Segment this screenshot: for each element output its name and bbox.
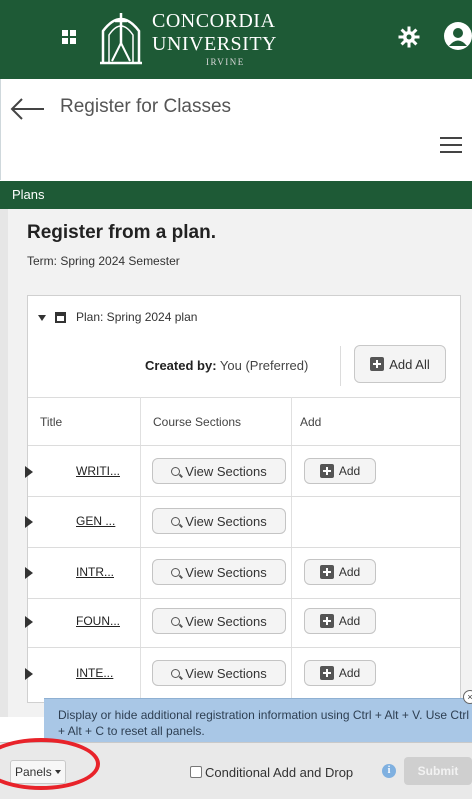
add-button[interactable]: Add xyxy=(304,660,376,686)
conditional-add-drop-checkbox[interactable] xyxy=(190,766,202,778)
plus-icon xyxy=(319,464,334,478)
course-title-link[interactable]: WRITI... xyxy=(76,464,120,478)
caret-right-icon[interactable] xyxy=(25,466,33,478)
brand-name-line3: IRVINE xyxy=(206,57,245,67)
plus-icon xyxy=(370,357,385,371)
column-header-course-sections: Course Sections xyxy=(153,415,242,429)
column-header-title: Title xyxy=(40,415,63,429)
plus-icon xyxy=(319,614,334,628)
search-icon xyxy=(171,668,181,678)
search-icon xyxy=(171,616,181,626)
course-title-link[interactable]: INTR... xyxy=(76,565,114,579)
caret-down-icon xyxy=(38,314,46,321)
add-button[interactable]: Add xyxy=(304,608,376,634)
info-icon[interactable]: i xyxy=(382,764,396,778)
hamburger-icon[interactable] xyxy=(440,137,462,153)
caret-right-icon[interactable] xyxy=(25,668,33,680)
add-label: Add xyxy=(338,614,361,628)
page-header xyxy=(0,79,472,180)
add-button[interactable]: Add xyxy=(304,458,376,484)
add-button[interactable]: Add xyxy=(304,559,376,585)
grid-icon[interactable] xyxy=(62,30,76,44)
term-label: Term: Spring 2024 Semester xyxy=(27,254,180,268)
view-sections-label: View Sections xyxy=(185,613,267,629)
add-label: Add xyxy=(338,666,361,680)
created-by: Created by: You (Preferred) xyxy=(145,358,308,373)
course-title-link[interactable]: INTE... xyxy=(76,666,113,680)
add-label: Add xyxy=(338,565,361,579)
search-icon xyxy=(171,516,181,526)
plan-toggle[interactable]: Plan: Spring 2024 plan xyxy=(38,310,197,324)
keyboard-shortcut-tooltip: Display or hide additional registration … xyxy=(44,698,472,742)
course-title-link[interactable]: FOUN... xyxy=(76,614,120,628)
caret-right-icon[interactable] xyxy=(25,616,33,628)
section-heading: Register from a plan. xyxy=(27,222,216,243)
submit-button[interactable]: Submit xyxy=(404,757,472,785)
add-label: Add xyxy=(338,464,361,478)
brand-name-line1: CONCORDIA xyxy=(152,10,276,32)
page-title: Register for Classes xyxy=(60,96,232,117)
search-icon xyxy=(171,567,181,577)
add-all-button[interactable]: Add All xyxy=(354,345,446,383)
divider xyxy=(28,397,460,398)
plans-tab-bar xyxy=(0,181,472,209)
view-sections-label: View Sections xyxy=(185,564,267,580)
view-sections-button[interactable]: View Sections xyxy=(152,458,286,484)
calendar-icon xyxy=(55,312,66,324)
view-sections-button[interactable]: View Sections xyxy=(152,559,286,585)
column-header-add: Add xyxy=(300,415,322,429)
plus-icon xyxy=(319,666,334,680)
university-logo xyxy=(100,13,142,65)
view-sections-button[interactable]: View Sections xyxy=(152,508,286,534)
tab-plans[interactable]: Plans xyxy=(12,187,45,202)
created-by-label: Created by: xyxy=(145,358,217,373)
brand-name-line2: UNIVERSITY xyxy=(152,33,277,55)
add-all-label: Add All xyxy=(389,356,430,372)
caret-right-icon[interactable] xyxy=(25,516,33,528)
plus-icon xyxy=(319,565,334,579)
course-title-link[interactable]: GEN ... xyxy=(76,514,115,528)
user-avatar-icon[interactable] xyxy=(444,22,472,50)
close-icon[interactable]: × xyxy=(463,690,472,704)
divider xyxy=(340,346,341,386)
plan-label: Plan: Spring 2024 plan xyxy=(76,310,198,324)
gear-icon[interactable] xyxy=(398,26,420,48)
view-sections-label: View Sections xyxy=(185,665,267,681)
view-sections-button[interactable]: View Sections xyxy=(152,608,286,634)
view-sections-label: View Sections xyxy=(185,463,267,479)
view-sections-label: View Sections xyxy=(185,513,267,529)
view-sections-button[interactable]: View Sections xyxy=(152,660,286,686)
caret-right-icon[interactable] xyxy=(25,567,33,579)
conditional-add-drop-label[interactable]: Conditional Add and Drop xyxy=(205,765,353,780)
created-by-value: You (Preferred) xyxy=(216,358,309,373)
search-icon xyxy=(171,466,181,476)
arrow-left-icon[interactable] xyxy=(8,97,48,121)
